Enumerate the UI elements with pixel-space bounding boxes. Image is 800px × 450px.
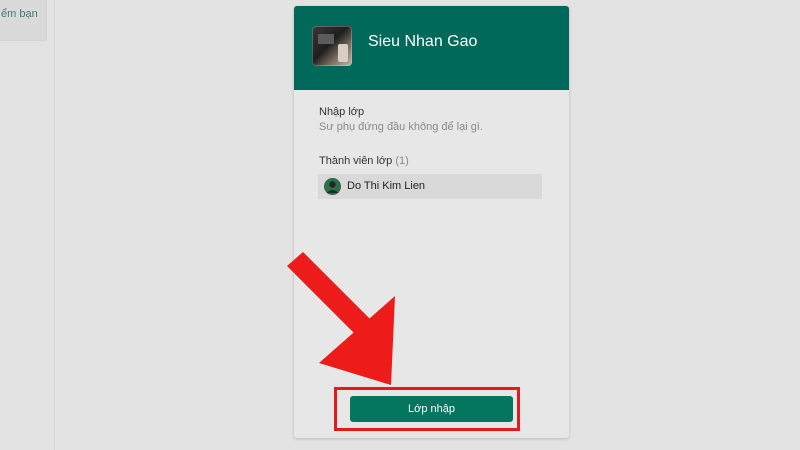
red-arrow-icon xyxy=(287,252,395,385)
page: ểm bạn Sieu Nhan Gao Nhập lớp Sư phụ đứn… xyxy=(0,0,800,450)
